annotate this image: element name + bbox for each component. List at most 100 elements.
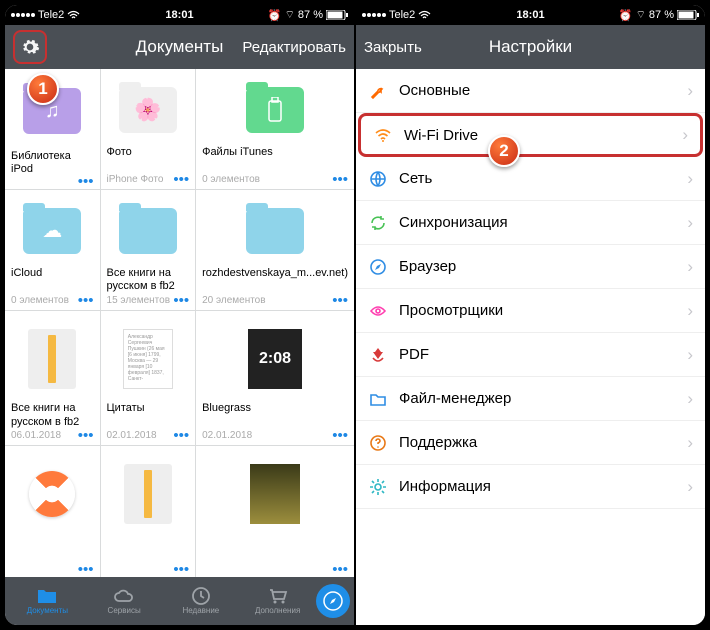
doc-cell[interactable]: Все книги на русском в fb215 элементов••… (101, 190, 196, 310)
settings-row-label: Wi-Fi Drive (404, 127, 671, 144)
globe-icon (368, 169, 388, 189)
chevron-right-icon: › (687, 169, 693, 189)
doc-thumb: ☁ (11, 198, 94, 263)
doc-sub: 0 элементов (202, 174, 260, 185)
settings-row-gear[interactable]: Информация› (356, 465, 705, 509)
callout-badge-2: 2 (488, 135, 520, 167)
more-icon[interactable]: ••• (78, 178, 94, 186)
tab-clock[interactable]: Недавние (163, 587, 240, 615)
doc-title: Цитаты (107, 402, 190, 428)
doc-thumb (11, 454, 94, 533)
battery-label: 87 % (298, 9, 323, 21)
gear-icon (368, 477, 388, 497)
more-icon[interactable]: ••• (173, 176, 189, 184)
tab-label: Недавние (182, 606, 219, 615)
doc-cell[interactable]: 🌸ФотоiPhone Фото••• (101, 69, 196, 189)
settings-row-label: PDF (399, 346, 676, 363)
chevron-right-icon: › (682, 125, 688, 145)
settings-row-label: Сеть (399, 170, 676, 187)
doc-cell[interactable]: ••• (5, 446, 100, 577)
doc-cell[interactable]: ••• (101, 446, 196, 577)
battery-icon (677, 10, 699, 20)
doc-cell[interactable]: Все книги на русском в fb206.01.2018••• (5, 311, 100, 445)
more-icon[interactable]: ••• (332, 566, 348, 574)
more-icon[interactable]: ••• (332, 176, 348, 184)
doc-title: Файлы iTunes (202, 146, 348, 172)
time-label: 18:01 (516, 9, 544, 21)
doc-thumb (107, 198, 190, 263)
settings-row-label: Основные (399, 82, 676, 99)
wrench-icon (368, 81, 388, 101)
settings-row-label: Браузер (399, 258, 676, 275)
settings-row-wrench[interactable]: Основные › (356, 69, 705, 113)
doc-cell[interactable]: Александр Сергеевич Пушкин (26 мая [6 ию… (101, 311, 196, 445)
doc-cell[interactable]: ☁iCloud0 элементов••• (5, 190, 100, 310)
sync-icon (368, 213, 388, 233)
nav-bar-documents: Документы Редактировать (5, 25, 354, 69)
screen-settings: Tele2 18:01 ⏰ ⌔ 87 % Закрыть Настройки О… (356, 5, 705, 625)
chevron-right-icon: › (687, 477, 693, 497)
edit-button[interactable]: Редактировать (242, 39, 346, 56)
tab-label: Документы (27, 606, 68, 615)
chevron-right-icon: › (687, 81, 693, 101)
more-icon[interactable]: ••• (173, 297, 189, 305)
status-bar: Tele2 18:01 ⏰ ⌔ 87 % (356, 5, 705, 25)
settings-row-pdf[interactable]: PDF › (356, 333, 705, 377)
doc-cell[interactable]: 2:08Bluegrass02.01.2018••• (196, 311, 354, 445)
doc-cell[interactable]: Файлы iTunes 0 элементов ••• (196, 69, 354, 189)
tab-bar: Документы Сервисы Недавние Дополнения (5, 577, 354, 625)
battery-label: 87 % (649, 9, 674, 21)
carrier-label: Tele2 (389, 9, 415, 21)
doc-cell[interactable]: ••• (196, 446, 354, 577)
settings-row-wifi[interactable]: Wi-Fi Drive › (358, 113, 703, 157)
settings-button[interactable] (13, 30, 47, 64)
clock-icon (190, 587, 212, 605)
more-icon[interactable]: ••• (173, 566, 189, 574)
documents-grid: ♫Библиотека iPod•••🌸ФотоiPhone Фото•••Фа… (5, 69, 354, 577)
more-icon[interactable]: ••• (78, 432, 94, 440)
tab-browser[interactable] (316, 584, 350, 618)
bluetooth-icon: ⌔ (636, 8, 646, 22)
doc-sub: 02.01.2018 (202, 430, 252, 441)
pdf-icon (368, 345, 388, 365)
chevron-right-icon: › (687, 345, 693, 365)
settings-row-compass[interactable]: Браузер› (356, 245, 705, 289)
signal-icon (362, 13, 386, 17)
chevron-right-icon: › (687, 301, 693, 321)
doc-title: iCloud (11, 267, 94, 293)
more-icon[interactable]: ••• (78, 297, 94, 305)
wifi-icon (67, 10, 80, 20)
chevron-right-icon: › (687, 213, 693, 233)
doc-sub: 06.01.2018 (11, 430, 61, 441)
more-icon[interactable]: ••• (332, 432, 348, 440)
chevron-right-icon: › (687, 389, 693, 409)
carrier-label: Tele2 (38, 9, 64, 21)
settings-row-globe[interactable]: Сеть › (356, 157, 705, 201)
doc-sub: 20 элементов (202, 295, 265, 306)
wifi-icon (418, 10, 431, 20)
bluetooth-icon: ⌔ (285, 8, 295, 22)
page-title: Настройки (489, 37, 572, 57)
doc-title: Библиотека iPod (11, 150, 94, 176)
doc-title (11, 538, 94, 564)
doc-thumb: 🌸 (107, 77, 190, 142)
more-icon[interactable]: ••• (332, 297, 348, 305)
folder-icon (368, 389, 388, 409)
settings-row-eye[interactable]: Просмотрщики› (356, 289, 705, 333)
more-icon[interactable]: ••• (173, 432, 189, 440)
tab-cloud[interactable]: Сервисы (86, 587, 163, 615)
close-button[interactable]: Закрыть (364, 39, 422, 56)
doc-title: rozhdestvenskaya_m...ev.net) (202, 267, 348, 293)
chevron-right-icon: › (687, 433, 693, 453)
more-icon[interactable]: ••• (78, 566, 94, 574)
settings-row-sync[interactable]: Синхронизация› (356, 201, 705, 245)
settings-row-label: Файл-менеджер (399, 390, 676, 407)
alarm-icon: ⏰ (619, 9, 633, 22)
doc-title (202, 538, 348, 564)
tab-folder[interactable]: Документы (9, 587, 86, 615)
doc-cell[interactable]: rozhdestvenskaya_m...ev.net) 20 элементов… (196, 190, 354, 310)
nav-bar-settings: Закрыть Настройки (356, 25, 705, 69)
tab-cart[interactable]: Дополнения (239, 587, 316, 615)
settings-row-help[interactable]: Поддержка› (356, 421, 705, 465)
settings-row-folder[interactable]: Файл-менеджер › (356, 377, 705, 421)
